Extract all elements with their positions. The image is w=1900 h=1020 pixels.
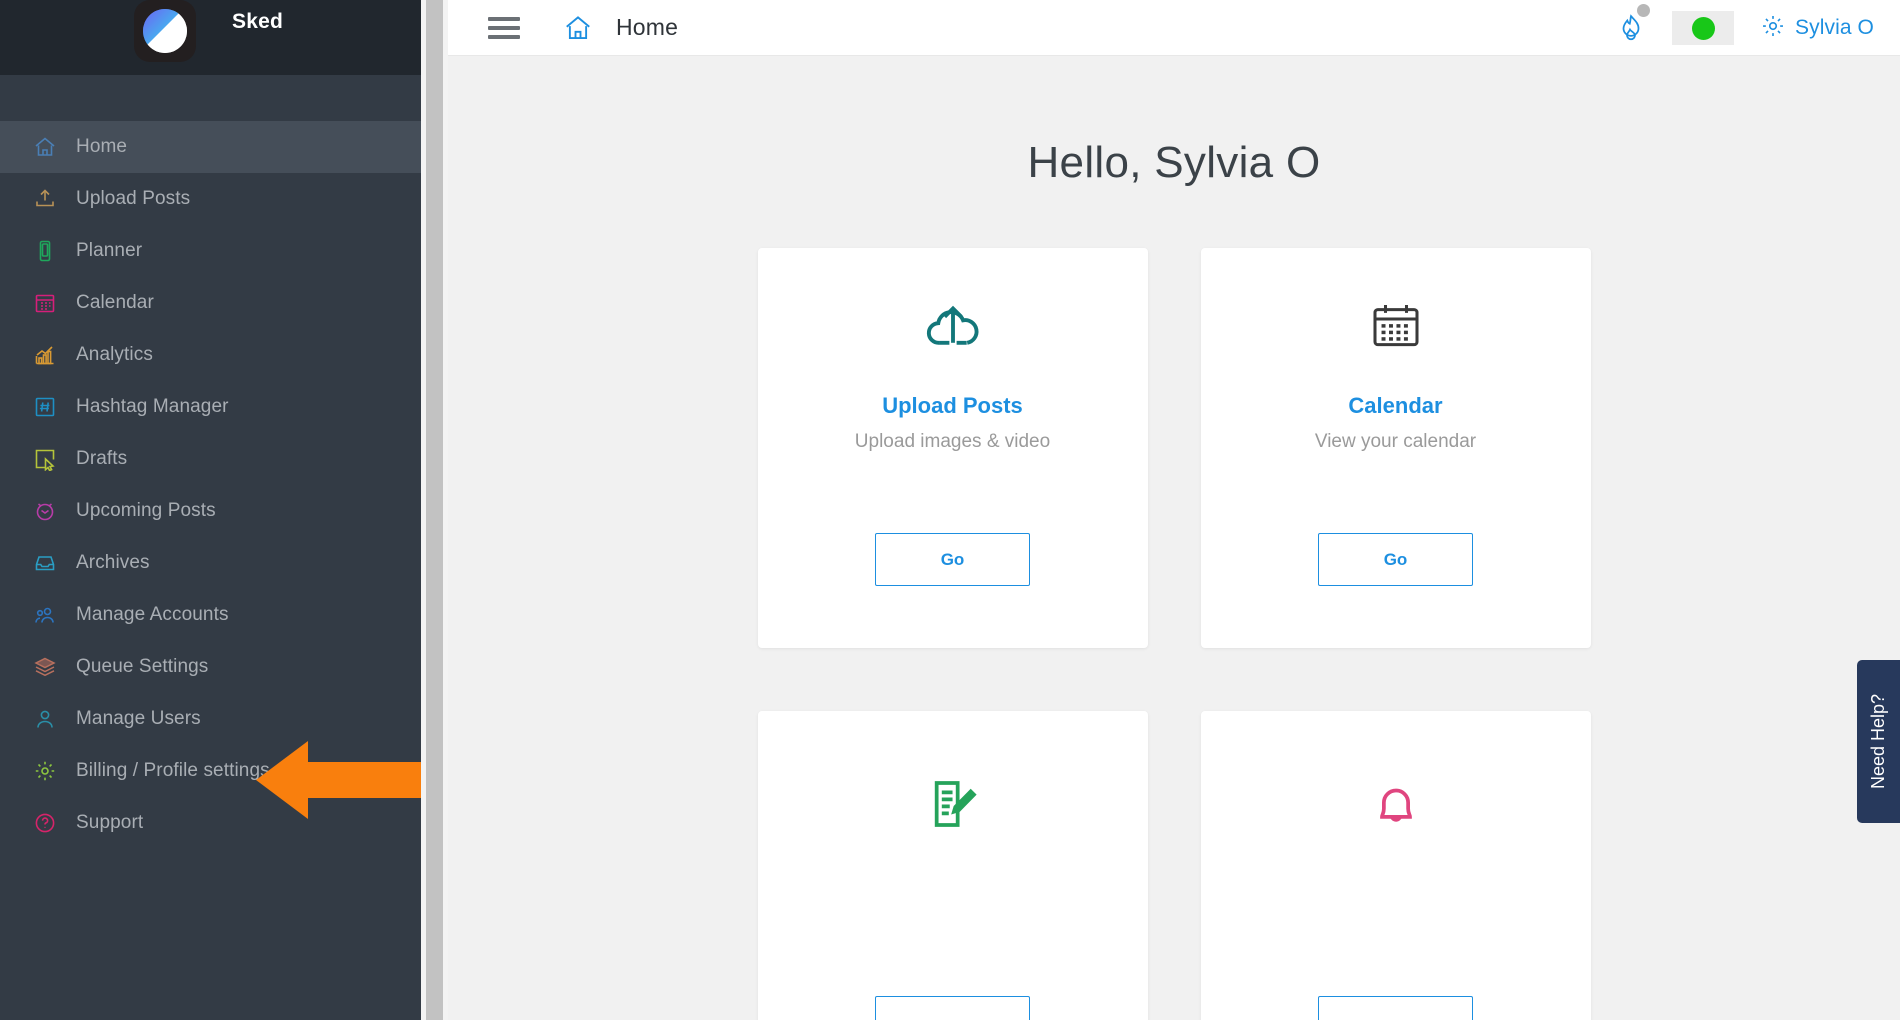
sidebar: Sked Home Upload Posts Planner Calendar …: [0, 0, 421, 1020]
inbox-archive-icon: [33, 551, 57, 575]
breadcrumb: Home: [616, 14, 679, 40]
need-help-label: Need Help?: [1868, 693, 1888, 790]
content-area: Hello, Sylvia O Upload Posts Upload imag…: [448, 56, 1900, 1020]
sidebar-item-manage-users[interactable]: Manage Users: [0, 693, 421, 745]
topbar: Home Sylvia O: [448, 0, 1900, 56]
card-drafts[interactable]: [757, 711, 1148, 1020]
calendar-icon: [33, 291, 57, 315]
sidebar-item-archives[interactable]: Archives: [0, 537, 421, 589]
status-badge[interactable]: [1672, 11, 1734, 45]
bar-chart-icon: [33, 343, 57, 367]
sidebar-item-upcoming-posts[interactable]: Upcoming Posts: [0, 485, 421, 537]
sidebar-item-label: Manage Users: [76, 708, 201, 729]
flame-icon[interactable]: [1608, 4, 1654, 51]
page-title: Hello, Sylvia O: [1027, 138, 1321, 187]
sidebar-item-upload-posts[interactable]: Upload Posts: [0, 173, 421, 225]
user-icon: [33, 707, 57, 731]
card-description: View your calendar: [1314, 431, 1477, 452]
sidebar-nav: Home Upload Posts Planner Calendar Analy…: [0, 121, 421, 849]
sidebar-item-billing-profile-settings[interactable]: Billing / Profile settings: [0, 745, 421, 797]
status-green-dot: [1691, 16, 1715, 40]
user-name: Sylvia O: [1795, 16, 1874, 39]
card-description: Upload images & video: [854, 431, 1051, 452]
alarm-clock-icon: [33, 499, 57, 523]
users-group-icon: [33, 603, 57, 627]
sidebar-item-queue-settings[interactable]: Queue Settings: [0, 641, 421, 693]
app-root: Sked Home Upload Posts Planner Calendar …: [0, 0, 1900, 1020]
sidebar-item-label: Queue Settings: [76, 656, 209, 677]
sidebar-item-drafts[interactable]: Drafts: [0, 433, 421, 485]
home-icon: [33, 135, 57, 159]
sidebar-item-hashtag-manager[interactable]: Hashtag Manager: [0, 381, 421, 433]
breadcrumb-home-icon[interactable]: [563, 13, 593, 43]
bell-icon: [1368, 773, 1424, 835]
go-button[interactable]: [1318, 996, 1473, 1020]
flame-badge: [1637, 4, 1650, 17]
gear-icon: [1760, 13, 1786, 44]
sidebar-item-manage-accounts[interactable]: Manage Accounts: [0, 589, 421, 641]
sidebar-item-calendar[interactable]: Calendar: [0, 277, 421, 329]
card-notifications[interactable]: [1200, 711, 1591, 1020]
sidebar-item-label: Upload Posts: [76, 188, 191, 209]
sidebar-item-analytics[interactable]: Analytics: [0, 329, 421, 381]
sidebar-item-label: Hashtag Manager: [76, 396, 229, 417]
cursor-draft-icon: [33, 447, 57, 471]
sidebar-item-home[interactable]: Home: [0, 121, 421, 173]
sidebar-item-label: Archives: [76, 552, 150, 573]
calendar-icon: [1368, 295, 1424, 357]
dashboard-card-grid: Upload Posts Upload images & video Go Ca…: [448, 248, 1900, 1020]
sidebar-item-label: Upcoming Posts: [76, 500, 216, 521]
mobile-planner-icon: [33, 239, 57, 263]
sidebar-brand: Sked: [0, 0, 421, 75]
upload-icon: [33, 187, 57, 211]
sidebar-item-label: Manage Accounts: [76, 604, 229, 625]
card-calendar[interactable]: Calendar View your calendar Go: [1200, 248, 1591, 648]
user-menu[interactable]: Sylvia O: [1760, 13, 1874, 44]
sidebar-item-label: Billing / Profile settings: [76, 760, 270, 781]
topbar-right-group: Sylvia O: [1608, 0, 1882, 56]
go-button[interactable]: [875, 996, 1030, 1020]
hashtag-icon: [33, 395, 57, 419]
need-help-tab[interactable]: Need Help?: [1857, 660, 1900, 823]
sidebar-scrollbar-track[interactable]: [421, 0, 448, 1020]
hamburger-icon[interactable]: [488, 16, 520, 39]
sked-logo-icon: [134, 0, 196, 62]
cloud-upload-icon: [922, 295, 984, 357]
sidebar-item-support[interactable]: Support: [0, 797, 421, 849]
sidebar-item-planner[interactable]: Planner: [0, 225, 421, 277]
sidebar-item-label: Support: [76, 812, 144, 833]
sidebar-item-label: Analytics: [76, 344, 153, 365]
go-button[interactable]: Go: [1318, 533, 1473, 586]
card-upload-posts[interactable]: Upload Posts Upload images & video Go: [757, 248, 1148, 648]
sidebar-item-label: Calendar: [76, 292, 154, 313]
card-title: Calendar: [1348, 393, 1443, 418]
sidebar-scrollbar-thumb[interactable]: [426, 0, 443, 1020]
sidebar-item-label: Drafts: [76, 448, 128, 469]
document-edit-icon: [925, 773, 981, 835]
sidebar-spacer: [0, 75, 421, 121]
brand-name: Sked: [232, 10, 283, 33]
sidebar-item-label: Planner: [76, 240, 143, 261]
layers-stack-icon: [33, 655, 57, 679]
gear-icon: [33, 759, 57, 783]
help-circle-icon: [33, 811, 57, 835]
sidebar-item-label: Home: [76, 136, 128, 157]
go-button[interactable]: Go: [875, 533, 1030, 586]
card-title: Upload Posts: [882, 393, 1023, 418]
main-area: Home Sylvia O Hello, Sylvia O Upload Pos…: [448, 0, 1900, 1020]
